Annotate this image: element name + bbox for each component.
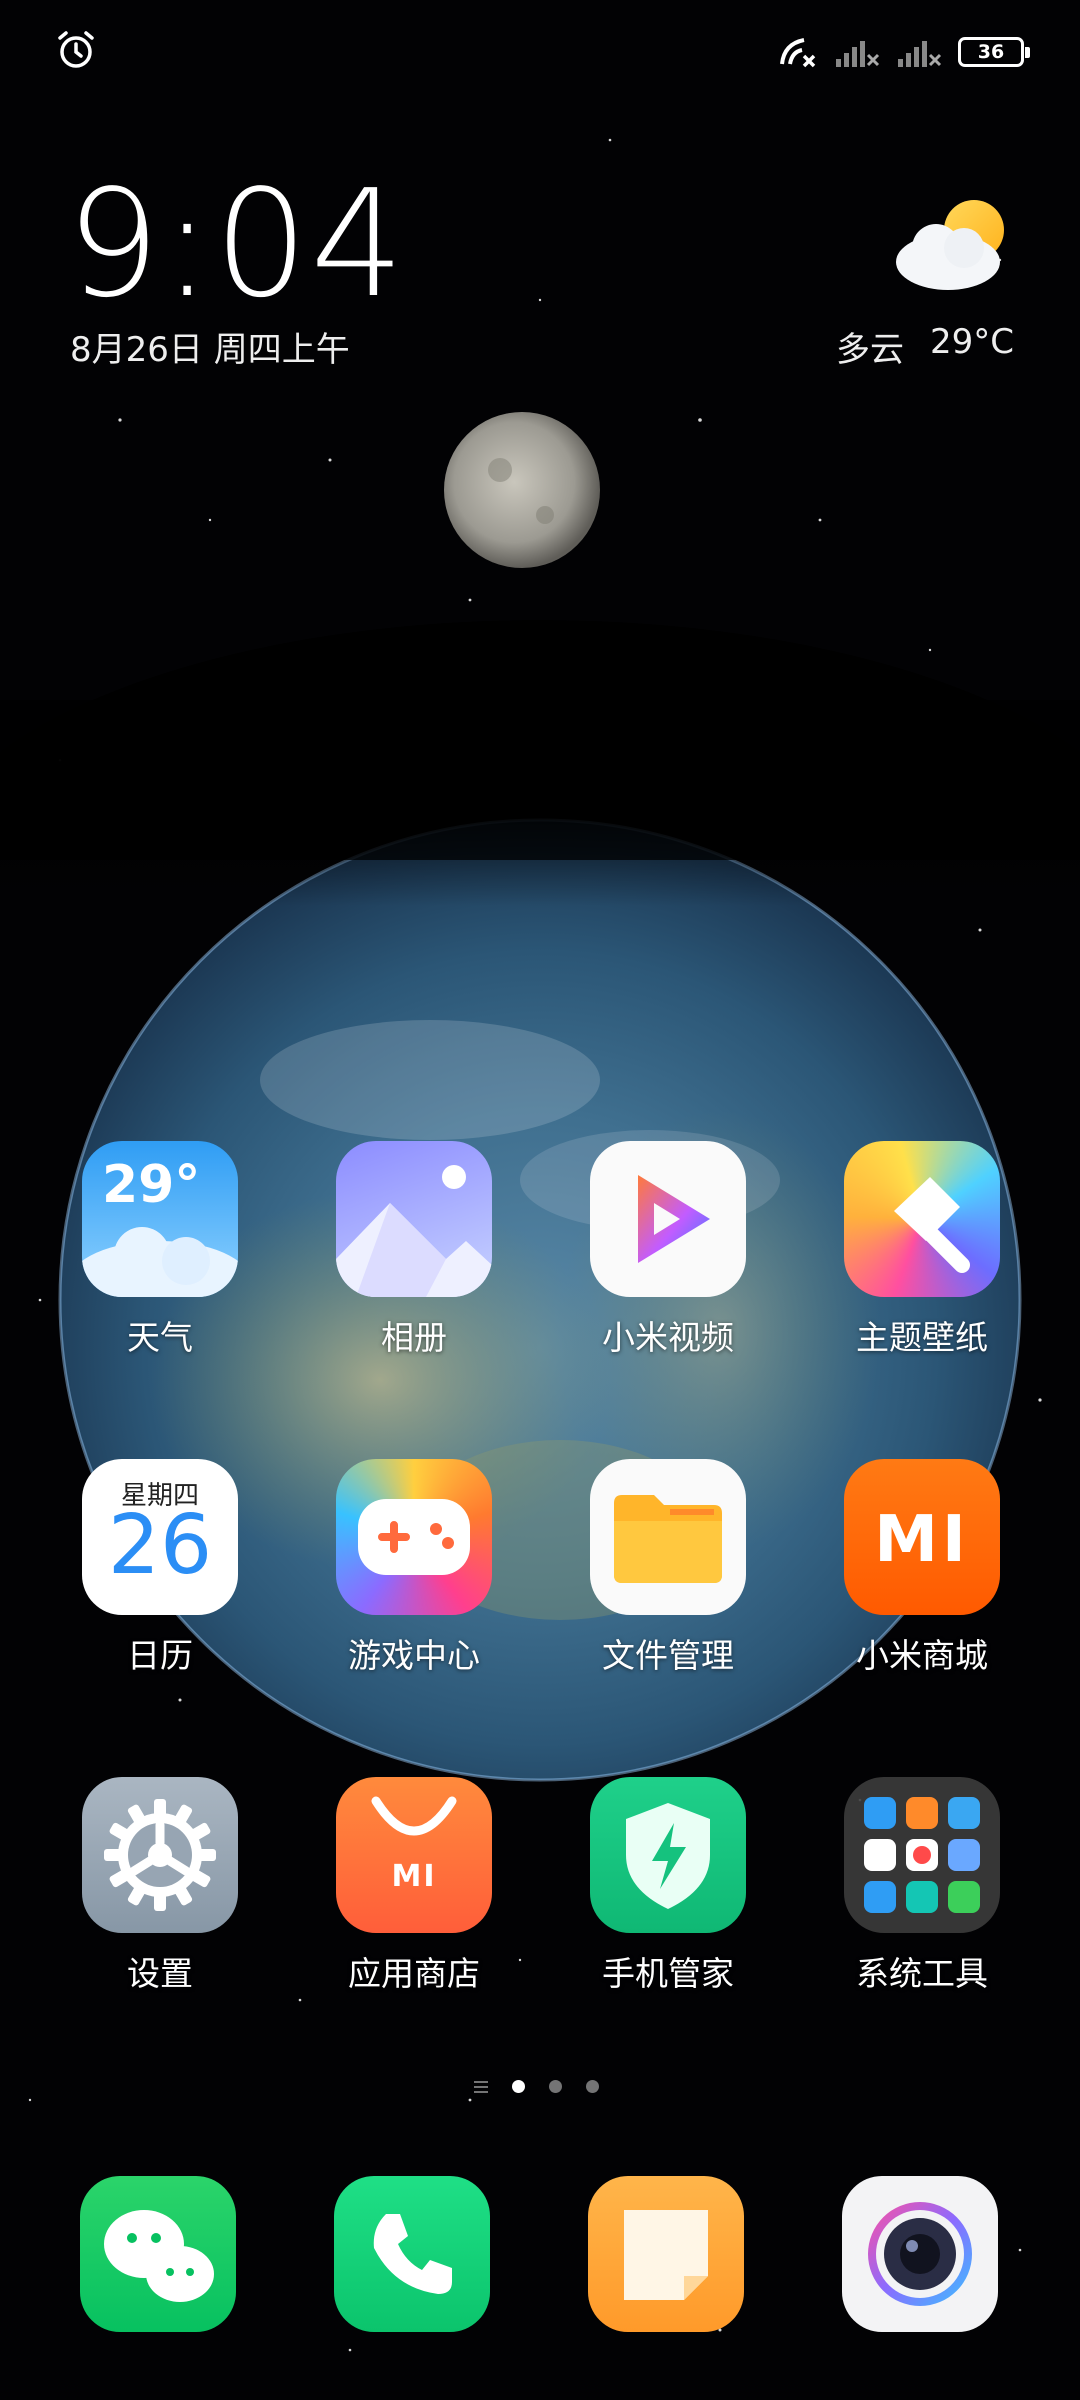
app-label: 设置: [127, 1954, 193, 1993]
battery-level: 36: [977, 41, 1005, 63]
app-label: 小米商城: [856, 1636, 988, 1675]
wechat-icon: [104, 2210, 214, 2302]
app-label: 游戏中心: [348, 1636, 480, 1675]
app-weather[interactable]: 29° 天气: [55, 1141, 265, 1359]
status-icons: 36: [778, 34, 1030, 70]
app-label: 小米视频: [602, 1318, 734, 1357]
app-settings[interactable]: 设置: [55, 1777, 265, 1995]
app-gallery[interactable]: 相册: [309, 1141, 519, 1359]
app-label: 系统工具: [856, 1954, 988, 1993]
app-label: 天气: [127, 1318, 193, 1357]
app-mi-video[interactable]: 小米视频: [563, 1141, 773, 1359]
battery-icon: 36: [958, 37, 1030, 67]
weather-icon: 29°: [82, 1141, 238, 1297]
page-dot-1[interactable]: [512, 2080, 525, 2093]
app-app-store[interactable]: MI 应用商店: [309, 1777, 519, 1995]
app-system-tools[interactable]: 系统工具: [817, 1777, 1027, 1995]
partly-cloudy-icon[interactable]: [892, 196, 1012, 296]
app-themes[interactable]: 主题壁纸: [817, 1141, 1027, 1359]
dock-wechat[interactable]: [80, 2176, 236, 2332]
page-dot-3[interactable]: [586, 2080, 599, 2093]
page-indicator[interactable]: [474, 2080, 599, 2093]
app-label: 文件管理: [602, 1636, 734, 1675]
gear-icon: [82, 1777, 238, 1933]
folder-icon: [590, 1459, 746, 1615]
status-bar: 36: [0, 0, 1080, 100]
mi-logo-text: MI: [874, 1503, 970, 1577]
app-file-manager[interactable]: 文件管理: [563, 1459, 773, 1677]
signal-2-icon: [898, 41, 942, 67]
calendar-icon: 星期四 26: [82, 1459, 238, 1615]
shopping-bag-icon: MI: [336, 1777, 492, 1933]
app-label: 主题壁纸: [856, 1318, 988, 1357]
phone-icon: [373, 2214, 452, 2294]
themes-brush-icon: [844, 1141, 1000, 1297]
clock-date[interactable]: 8月26日 周四上午: [70, 322, 350, 371]
weather-condition: 多云: [835, 330, 904, 370]
app-store-logo-text: MI: [391, 1859, 437, 1894]
weather-app-temp: 29°: [102, 1155, 201, 1215]
dock-camera[interactable]: [842, 2176, 998, 2332]
app-label: 日历: [127, 1636, 193, 1675]
dock-phone[interactable]: [334, 2176, 490, 2332]
signal-1-icon: [836, 41, 880, 67]
gallery-icon: [336, 1141, 492, 1297]
app-calendar[interactable]: 星期四 26 日历: [55, 1459, 265, 1677]
app-mi-store[interactable]: MI 小米商城: [817, 1459, 1027, 1677]
camera-icon: [868, 2202, 972, 2306]
clock-time[interactable]: 9:04: [66, 170, 406, 318]
mi-logo-icon: MI: [844, 1459, 1000, 1615]
weather-summary[interactable]: 多云 29°C: [836, 322, 1014, 371]
video-play-icon: [590, 1141, 746, 1297]
app-drawer-handle[interactable]: [474, 2080, 488, 2093]
app-label: 相册: [381, 1318, 447, 1357]
calendar-day: 26: [107, 1498, 213, 1593]
gamepad-icon: [336, 1459, 492, 1615]
dock-notes[interactable]: [588, 2176, 744, 2332]
app-game-center[interactable]: 游戏中心: [309, 1459, 519, 1677]
app-label: 应用商店: [348, 1954, 480, 1993]
hotspot-off-icon: [780, 38, 816, 68]
page-dot-2[interactable]: [549, 2080, 562, 2093]
app-security[interactable]: 手机管家: [563, 1777, 773, 1995]
shield-bolt-icon: [590, 1777, 746, 1933]
folder-grid-icon: [844, 1777, 1000, 1933]
app-label: 手机管家: [602, 1954, 734, 1993]
weather-temperature: 29°C: [929, 322, 1014, 362]
notes-icon: [624, 2210, 708, 2300]
alarm-icon: [58, 31, 94, 68]
